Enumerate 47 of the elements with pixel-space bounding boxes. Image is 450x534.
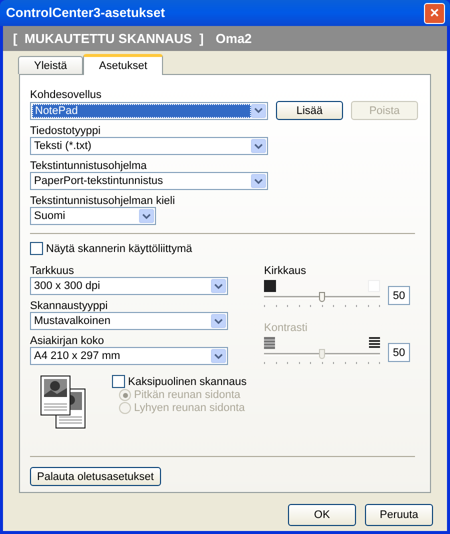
slider-label: Kirkkaus bbox=[264, 265, 308, 277]
caret-icon bbox=[251, 139, 266, 153]
slider-thumb[interactable] bbox=[319, 292, 325, 302]
dropdown[interactable]: Teksti (*.txt) bbox=[30, 137, 268, 155]
caret-icon bbox=[139, 209, 154, 223]
field-label: Asiakirjan koko bbox=[30, 335, 105, 347]
section-title: [ MUKAUTETTU SKANNAUS ] bbox=[13, 32, 204, 44]
caret-icon bbox=[251, 104, 266, 118]
checkbox-label: Kaksipuolinen skannaus bbox=[128, 376, 247, 388]
tab[interactable]: Asetukset bbox=[83, 54, 164, 75]
button[interactable]: Lisää bbox=[276, 101, 343, 120]
dropdown[interactable]: NotePad bbox=[30, 102, 268, 120]
slider[interactable] bbox=[264, 349, 380, 367]
button[interactable]: OK bbox=[288, 504, 356, 526]
field-label: Tekstintunnistusohjelma bbox=[30, 160, 148, 172]
checkbox[interactable] bbox=[112, 375, 125, 388]
radio-label: Lyhyen reunan sidonta bbox=[134, 402, 245, 414]
caret-icon bbox=[211, 314, 226, 328]
window-title: ControlCenter3-asetukset bbox=[5, 7, 165, 19]
duplex-pages-icon bbox=[40, 375, 86, 429]
field-label: Tarkkuus bbox=[30, 265, 76, 277]
field-label: Skannaustyyppi bbox=[30, 300, 109, 312]
field-label: Tiedostotyyppi bbox=[30, 125, 102, 137]
caret-icon bbox=[211, 349, 226, 363]
dropdown[interactable]: A4 210 x 297 mm bbox=[30, 347, 228, 365]
close-button[interactable]: ✕ bbox=[424, 2, 445, 24]
dark-square-icon bbox=[264, 280, 276, 292]
button[interactable]: Peruuta bbox=[365, 504, 433, 526]
value-field[interactable]: 50 bbox=[388, 286, 410, 305]
tab[interactable]: Yleistä bbox=[18, 56, 84, 74]
dropdown[interactable]: PaperPort-tekstintunnistus bbox=[30, 172, 268, 190]
profile-name: Oma2 bbox=[216, 32, 252, 44]
slider[interactable] bbox=[264, 292, 380, 310]
slider-label: Kontrasti bbox=[264, 322, 308, 334]
field-label: Kohdesovellus bbox=[30, 89, 103, 101]
radio-label: Pitkän reunan sidonta bbox=[134, 389, 240, 401]
checkbox[interactable] bbox=[30, 242, 43, 255]
caret-icon bbox=[251, 174, 266, 188]
dropdown[interactable]: Suomi bbox=[30, 207, 156, 225]
button[interactable]: Palauta oletusasetukset bbox=[30, 467, 161, 486]
field-label: Tekstintunnistusohjelman kieli bbox=[30, 195, 176, 207]
low-contrast-icon bbox=[264, 337, 275, 349]
caret-icon bbox=[211, 279, 226, 293]
dropdown[interactable]: Mustavalkoinen bbox=[30, 312, 228, 330]
checkbox-label: Näytä skannerin käyttöliittymä bbox=[46, 242, 192, 254]
high-contrast-icon bbox=[369, 337, 380, 349]
dropdown[interactable]: 300 x 300 dpi bbox=[30, 277, 228, 295]
